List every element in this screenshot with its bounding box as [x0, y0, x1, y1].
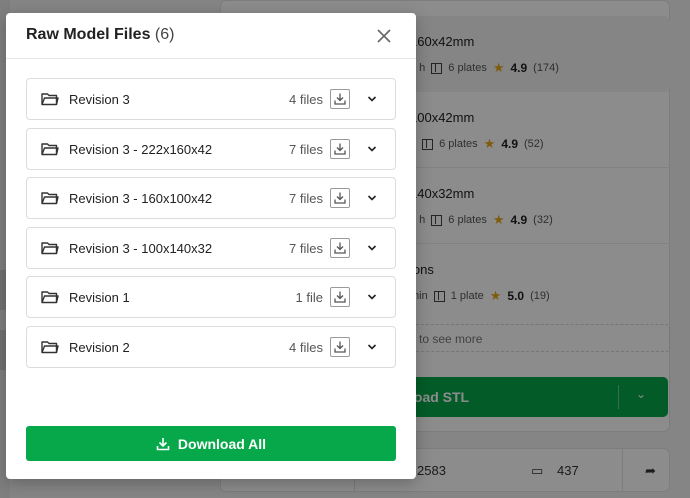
- folder-icon: [41, 142, 59, 155]
- folder-file-count: 1 file: [295, 290, 323, 305]
- folder-file-count: 7 files: [289, 191, 323, 206]
- chevron-down-icon[interactable]: [366, 143, 378, 155]
- dialog-title: Raw Model Files (6): [26, 26, 174, 44]
- download-icon[interactable]: [330, 237, 350, 258]
- raw-model-files-dialog: Raw Model Files (6) Revision 34 files Rev…: [6, 13, 416, 479]
- folder-file-count: 7 files: [289, 141, 323, 157]
- download-icon: [156, 437, 170, 450]
- file-row[interactable]: Revision 3 - 100x140x32 7 files: [26, 226, 396, 269]
- folder-name: Revision 3 - 222x160x42: [69, 141, 213, 157]
- file-row[interactable]: Revision 3 - 222x160x42 7 files: [26, 127, 396, 170]
- download-icon[interactable]: [330, 336, 350, 357]
- chevron-down-icon[interactable]: [366, 93, 378, 105]
- folder-file-count: 7 files: [289, 240, 323, 256]
- dialog-title-text: Raw Model Files: [26, 26, 151, 43]
- folder-file-count: 4 files: [289, 92, 323, 107]
- close-icon[interactable]: [374, 26, 394, 46]
- chevron-down-icon[interactable]: [366, 341, 378, 353]
- download-all-button[interactable]: Download All: [26, 426, 396, 461]
- folder-name: Revision 3 - 100x140x32: [69, 240, 213, 256]
- folder-icon: [41, 93, 59, 106]
- file-row[interactable]: Revision 1 1 file: [26, 276, 396, 318]
- folder-icon: [41, 291, 59, 304]
- folder-icon: [41, 340, 59, 353]
- download-icon[interactable]: [330, 89, 350, 109]
- chevron-down-icon[interactable]: [366, 192, 378, 204]
- folder-icon: [41, 241, 59, 254]
- dialog-file-count: (6): [154, 26, 175, 43]
- file-row[interactable]: Revision 2 4 files: [26, 325, 396, 368]
- download-all-label: Download All: [177, 435, 267, 452]
- folder-name: Revision 2: [69, 339, 130, 355]
- folder-name: Revision 3 - 160x100x42: [69, 191, 213, 206]
- dialog-header: Raw Model Files (6): [6, 13, 416, 59]
- chevron-down-icon[interactable]: [366, 291, 378, 303]
- download-icon[interactable]: [330, 287, 350, 307]
- download-icon[interactable]: [330, 188, 350, 208]
- folder-icon: [41, 192, 59, 205]
- folder-name: Revision 3: [69, 92, 130, 107]
- chevron-down-icon[interactable]: [366, 242, 378, 254]
- file-row[interactable]: Revision 3 4 files: [26, 78, 396, 120]
- file-row[interactable]: Revision 3 - 160x100x42 7 files: [26, 177, 396, 219]
- download-icon[interactable]: [330, 138, 350, 159]
- folder-file-count: 4 files: [289, 339, 323, 355]
- folder-name: Revision 1: [69, 290, 130, 305]
